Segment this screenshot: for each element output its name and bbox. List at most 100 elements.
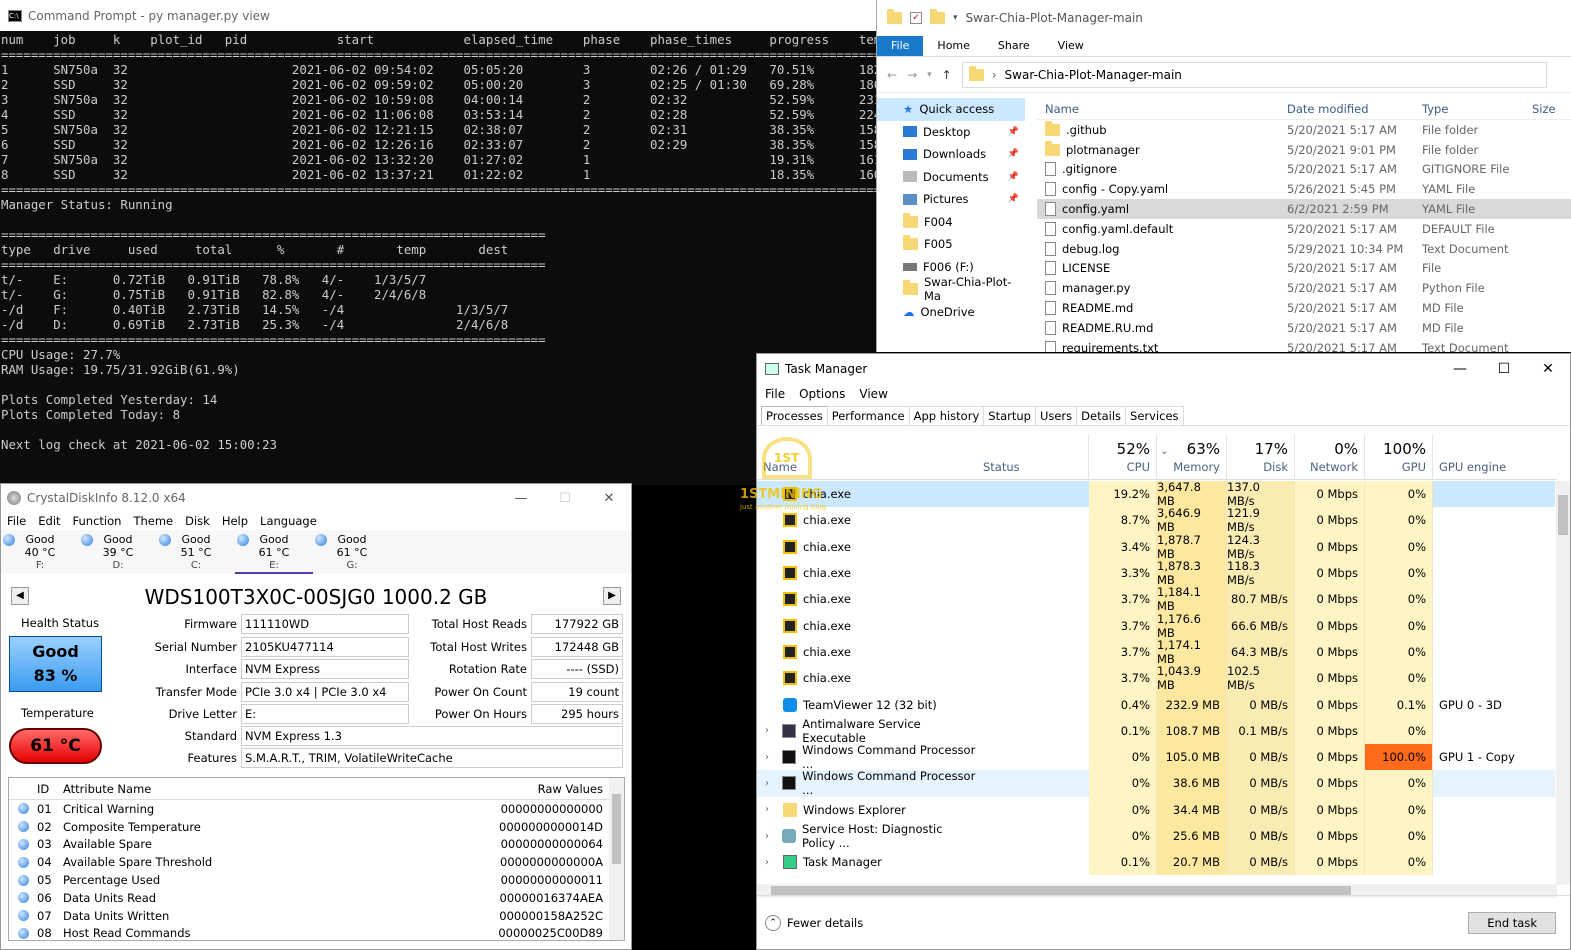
crystaldiskinfo-window[interactable]: CrystalDiskInfo 8.12.0 x64 — ☐ ✕ File Edi…	[0, 483, 632, 950]
tm-menu-options[interactable]: Options	[799, 387, 845, 401]
process-row[interactable]: chia.exe 3.4% 1,878.7 MB 124.3 MB/s 0 Mbps 0%	[757, 533, 1555, 561]
file-row[interactable]: requirements.txt 5/20/2021 5:17 AM Text Do…	[1037, 338, 1571, 352]
process-row[interactable]: › Antimalware Service Executable 0.1% 108.7…	[757, 717, 1555, 745]
cdi-menu-disk[interactable]: Disk	[185, 514, 210, 528]
tm-menu-file[interactable]: File	[765, 387, 785, 401]
file-explorer-window[interactable]: ✓ ▾ Swar-Chia-Plot-Manager-main File Home…	[876, 0, 1571, 352]
nav-item[interactable]: Pictures 📌	[877, 188, 1025, 211]
attribute-row[interactable]: 03 Available Spare 00000000000064	[9, 836, 624, 854]
process-row[interactable]: chia.exe 3.7% 1,043.9 MB 102.5 MB/s 0 Mbps 0%	[757, 664, 1555, 692]
expand-chevron-icon[interactable]: ›	[765, 778, 776, 789]
address-box[interactable]: › Swar-Chia-Plot-Manager-main	[961, 61, 1547, 88]
temperature-badge[interactable]: 61 °C	[9, 728, 102, 764]
gpu-column-header[interactable]: 100% GPU	[1365, 434, 1433, 480]
process-row[interactable]: › Windows Command Processor ... 0% 105.0 MB…	[757, 743, 1555, 771]
chevron-down-icon[interactable]: ▾	[953, 13, 958, 23]
file-row[interactable]: config.yaml.default 5/20/2021 5:17 AM DEFA…	[1037, 219, 1571, 239]
check-icon[interactable]: ✓	[910, 12, 922, 24]
expand-chevron-icon[interactable]: ›	[765, 831, 776, 842]
cdi-menu-language[interactable]: Language	[260, 514, 317, 528]
cdi-menu-function[interactable]: Function	[73, 514, 122, 528]
file-row[interactable]: config - Copy.yaml 5/26/2021 5:45 PM YAML …	[1037, 179, 1571, 199]
column-date[interactable]: Date modified	[1287, 102, 1422, 116]
process-row[interactable]: chia.exe 3.3% 1,878.3 MB 118.3 MB/s 0 Mbps 0%	[757, 559, 1555, 587]
attribute-row[interactable]: 01 Critical Warning 00000000000000	[9, 800, 624, 818]
attribute-row[interactable]: 04 Available Spare Threshold 0000000000000…	[9, 853, 624, 871]
tab-startup[interactable]: Startup	[983, 406, 1036, 425]
nav-item[interactable]: Desktop 📌	[877, 121, 1025, 144]
ribbon-tab-share[interactable]: Share	[984, 36, 1044, 56]
minimize-button[interactable]: —	[499, 491, 543, 506]
expand-chevron-icon[interactable]: ›	[765, 857, 777, 868]
cdi-menu-help[interactable]: Help	[222, 514, 248, 528]
process-row[interactable]: chia.exe 3.7% 1,176.6 MB 66.6 MB/s 0 Mbps 0%	[757, 612, 1555, 640]
memory-column-header[interactable]: ⌄ 63% Memory	[1157, 434, 1227, 480]
attribute-row[interactable]: 06 Data Units Read 00000016374AEA	[9, 889, 624, 907]
task-manager-window[interactable]: Task Manager — ☐ ✕ File Options View Proce…	[756, 353, 1571, 950]
tab-details[interactable]: Details	[1076, 406, 1127, 425]
explorer-title-bar[interactable]: ✓ ▾ Swar-Chia-Plot-Manager-main	[877, 0, 1571, 36]
process-row[interactable]: chia.exe 3.7% 1,174.1 MB 64.3 MB/s 0 Mbps 0%	[757, 638, 1555, 666]
maximize-button[interactable]: ☐	[1482, 361, 1526, 377]
process-row[interactable]: chia.exe 8.7% 3,646.9 MB 121.9 MB/s 0 Mbps 0%	[757, 506, 1555, 534]
attribute-name-column[interactable]: Attribute Name	[63, 782, 473, 796]
tm-menu-view[interactable]: View	[859, 387, 887, 401]
health-status-badge[interactable]: Good 83 %	[9, 636, 102, 692]
file-row[interactable]: config.yaml 6/2/2021 2:59 PM YAML File	[1037, 199, 1571, 219]
process-row[interactable]: › Task Manager 0.1% 20.7 MB 0 MB/s 0 Mbps 0%	[757, 849, 1555, 876]
tab-users[interactable]: Users	[1034, 406, 1078, 425]
cdi-menu-edit[interactable]: Edit	[38, 514, 60, 528]
drive-tab[interactable]: Good 61 °C G:	[313, 530, 391, 574]
ribbon-tab-home[interactable]: Home	[923, 36, 983, 56]
drive-tab[interactable]: Good 51 °C C:	[157, 530, 235, 574]
process-row[interactable]: › Windows Command Processor ... 0% 38.6 MB 0…	[757, 769, 1555, 797]
drive-tab[interactable]: Good 61 °C E:	[235, 530, 313, 574]
nav-item[interactable]: F004	[877, 211, 1025, 234]
minimize-button[interactable]: —	[1438, 361, 1482, 377]
file-row[interactable]: README.md 5/20/2021 5:17 AM MD File	[1037, 298, 1571, 318]
folder-icon[interactable]	[930, 9, 945, 24]
nav-item[interactable]: ☁ OneDrive	[877, 301, 1025, 324]
fewer-details-link[interactable]: Fewer details	[787, 916, 863, 930]
process-row[interactable]: chia.exe 19.2% 3,647.8 MB 137.0 MB/s 0 Mbps 0…	[757, 480, 1555, 508]
process-row[interactable]: chia.exe 3.7% 1,184.1 MB 80.7 MB/s 0 Mbps 0%	[757, 585, 1555, 613]
process-row[interactable]: TeamViewer 12 (32 bit) 0.4% 232.9 MB 0 MB/s…	[757, 691, 1555, 718]
column-name[interactable]: Name	[1037, 102, 1287, 116]
id-column[interactable]: ID	[37, 782, 63, 796]
nav-item[interactable]: Swar-Chia-Plot-Ma	[877, 275, 1025, 303]
nav-item[interactable]: Downloads 📌	[877, 143, 1025, 166]
forward-arrow-icon[interactable]: →	[907, 68, 917, 82]
tm-title-bar[interactable]: Task Manager — ☐ ✕	[757, 354, 1570, 384]
tab-performance[interactable]: Performance	[826, 406, 910, 425]
ribbon-tab-view[interactable]: View	[1044, 36, 1098, 56]
drive-tab[interactable]: Good 40 °C F:	[1, 530, 79, 574]
file-row[interactable]: .gitignore 5/20/2021 5:17 AM GITIGNORE Fil…	[1037, 160, 1571, 180]
cmd-title-bar[interactable]: C:\ Command Prompt - py manager.py view	[0, 0, 880, 31]
attribute-row[interactable]: 08 Host Read Commands 00000025C00D89	[9, 925, 624, 943]
attribute-row[interactable]: 02 Composite Temperature 0000000000014D	[9, 818, 624, 836]
nav-item[interactable]: F005	[877, 233, 1025, 256]
cdi-title-bar[interactable]: CrystalDiskInfo 8.12.0 x64 — ☐ ✕	[1, 484, 631, 512]
prev-drive-button[interactable]: ◀	[11, 587, 29, 605]
file-row[interactable]: plotmanager 5/20/2021 9:01 PM File folder	[1037, 140, 1571, 160]
tab-app-history[interactable]: App history	[908, 406, 985, 425]
back-arrow-icon[interactable]: ←	[887, 68, 897, 82]
file-row[interactable]: README.RU.md 5/20/2021 5:17 AM MD File	[1037, 318, 1571, 338]
attribute-row[interactable]: 07 Data Units Written 000000158A252C	[9, 907, 624, 925]
cpu-column-header[interactable]: 52% CPU	[1089, 434, 1157, 480]
cdi-menu-file[interactable]: File	[7, 514, 26, 528]
tab-processes[interactable]: Processes	[761, 406, 828, 425]
disk-column-header[interactable]: 17% Disk	[1227, 434, 1295, 480]
column-size[interactable]: Size	[1532, 102, 1571, 116]
network-column-header[interactable]: 0% Network	[1295, 434, 1365, 480]
process-vertical-scrollbar[interactable]	[1556, 481, 1570, 885]
status-column-header[interactable]: Status	[977, 434, 1089, 480]
file-row[interactable]: debug.log 5/29/2021 10:34 PM Text Document	[1037, 239, 1571, 259]
expand-chevron-icon[interactable]: ›	[765, 804, 777, 815]
chevron-up-icon[interactable]: ⌃	[765, 914, 781, 931]
gpu-engine-column-header[interactable]: GPU engine	[1433, 434, 1557, 480]
next-drive-button[interactable]: ▶	[603, 587, 621, 605]
column-type[interactable]: Type	[1422, 102, 1532, 116]
attribute-row[interactable]: 05 Percentage Used 00000000000011	[9, 871, 624, 889]
file-row[interactable]: manager.py 5/20/2021 5:17 AM Python File	[1037, 278, 1571, 298]
